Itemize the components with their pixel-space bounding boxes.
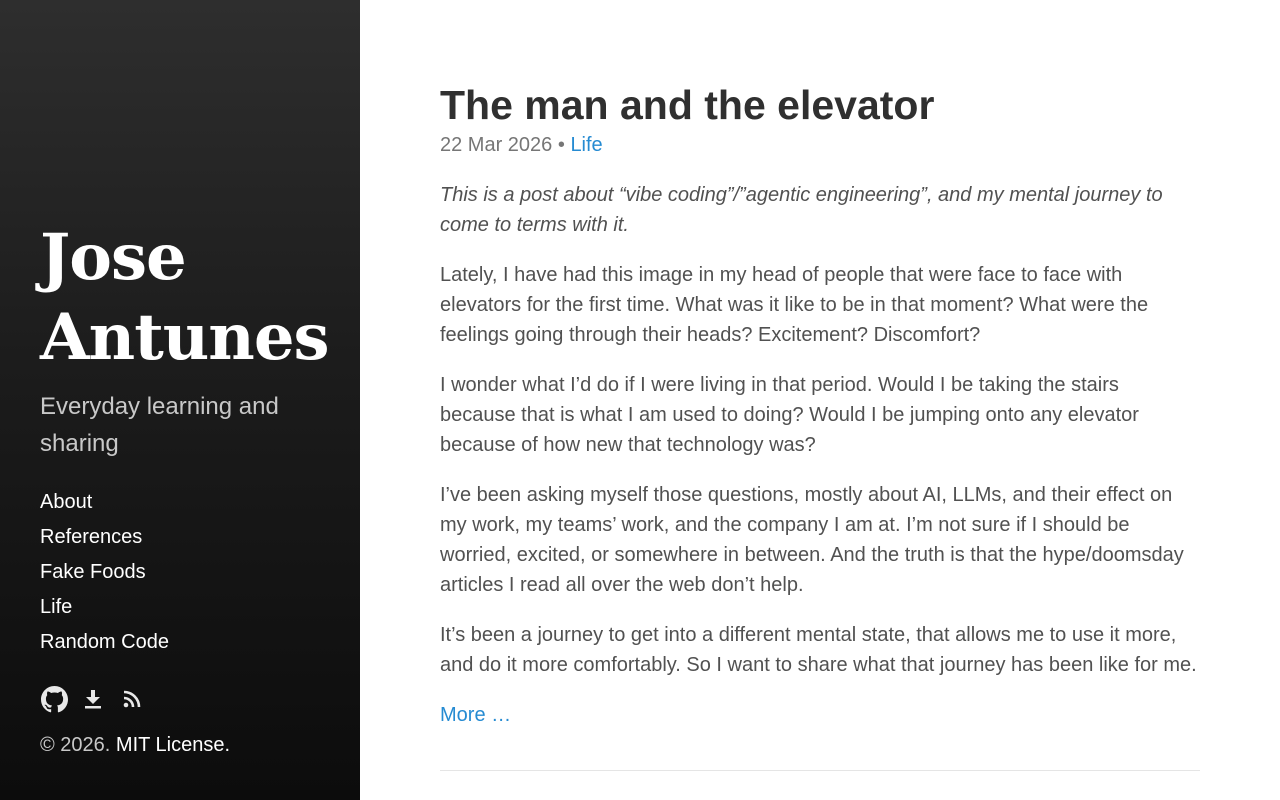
meta-separator: • [557,134,565,156]
post-body: This is a post about “vibe coding”/”agen… [440,180,1200,700]
site-tagline: Everyday learning and sharing [40,393,279,457]
nav-item-references[interactable]: References [40,520,169,555]
sidebar-nav: About References Fake Foods Life Random … [40,485,169,660]
post-paragraph: Lately, I have had this image in my head… [440,264,1149,346]
post-title[interactable]: The man and the elevator [440,80,934,130]
nav-item-fake-foods[interactable]: Fake Foods [40,555,169,590]
nav-item-life[interactable]: Life [40,590,169,625]
social-links [40,684,157,714]
license-link[interactable]: MIT License. [116,734,230,756]
post-intro: This is a post about “vibe coding”/”agen… [440,184,1163,236]
rss-icon[interactable] [118,684,146,714]
github-icon[interactable] [40,684,68,714]
post-paragraph: I’ve been asking myself those questions,… [440,484,1184,596]
copyright-text: © 2026. [40,734,111,756]
nav-item-about[interactable]: About [40,485,169,520]
post-paragraph: It’s been a journey to get into a differ… [440,624,1197,676]
site-title[interactable]: Jose Antunes [40,218,340,378]
site-title-last: Antunes [40,300,330,375]
post-date: 22 Mar 2026 [440,134,553,156]
sidebar: Jose Antunes Everyday learning and shari… [0,0,360,800]
copyright: © 2026. MIT License. [40,730,230,760]
post-paragraph: I wonder what I’d do if I were living in… [440,374,1139,456]
post-meta: 22 Mar 2026 • Life [440,131,603,159]
post-divider [440,770,1200,771]
download-icon[interactable] [79,684,107,714]
category-link[interactable]: Life [570,134,602,156]
site-title-first: Jose [40,220,187,295]
read-more-link[interactable]: More … [440,700,511,730]
nav-item-random-code[interactable]: Random Code [40,625,169,660]
